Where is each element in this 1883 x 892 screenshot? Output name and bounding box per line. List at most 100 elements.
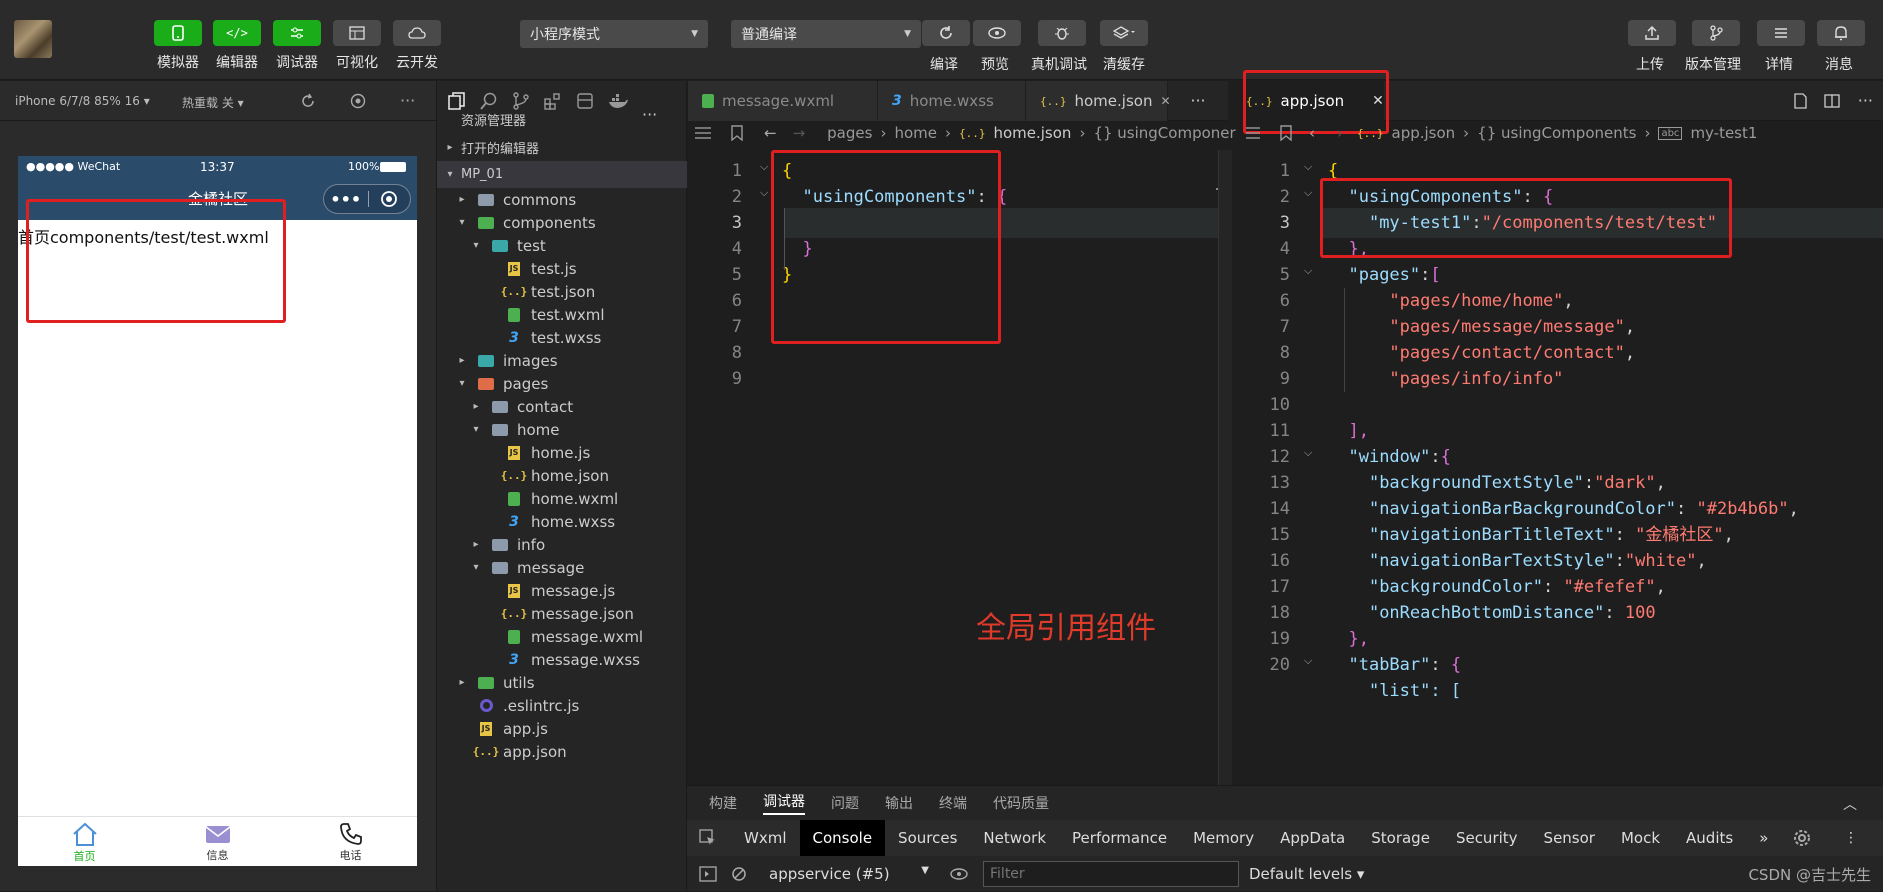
editor-tabs-more[interactable]: ··· <box>1168 81 1228 120</box>
fold-icon[interactable]: ⌵ <box>760 186 768 200</box>
crumb-using-components[interactable]: {} usingComponents <box>1477 124 1636 142</box>
files-icon[interactable] <box>447 91 467 111</box>
editor-right-more[interactable]: ··· <box>1858 91 1873 110</box>
back-arrow-icon[interactable]: ‹ <box>1309 124 1315 142</box>
tab-info[interactable]: 信息 <box>151 817 284 866</box>
compile-select[interactable]: 普通编译 ▼ <box>731 20 921 48</box>
sidebar-toggle-icon[interactable] <box>699 866 717 882</box>
editor-right-body[interactable]: 1 2 3 4 5 6 7 8 9 10 11 12 13 14 15 16 17 18 19 20 ⌵ ⌵ ⌵ ⌵ … <box>1232 150 1883 785</box>
devtools-panel-tab[interactable]: Mock <box>1608 820 1673 856</box>
tree-item[interactable]: 3 home.wxss <box>437 510 687 533</box>
devtools-panel-tab[interactable]: Performance <box>1059 820 1180 856</box>
simulator-more-button[interactable]: ··· <box>400 91 415 110</box>
tree-item[interactable]: ▾ pages <box>437 372 687 395</box>
bookmark-icon[interactable] <box>730 125 744 141</box>
tree-item[interactable]: 3 test.wxss <box>437 326 687 349</box>
tree-item[interactable]: ▸ info <box>437 533 687 556</box>
devtools-top-tab[interactable]: 代码质量 <box>993 793 1049 813</box>
devtools-panel-tab[interactable]: Security <box>1443 820 1531 856</box>
editor-toggle-button[interactable]: </> 编辑器 <box>207 20 267 72</box>
crumb-home[interactable]: home <box>894 124 937 142</box>
devtools-panel-tab[interactable]: Wxml <box>731 820 800 856</box>
cloud-dev-button[interactable]: 云开发 <box>387 20 447 72</box>
fold-icon[interactable]: ⌵ <box>1304 186 1312 200</box>
tree-item[interactable]: home.wxml <box>437 487 687 510</box>
editor-left-body[interactable]: 123456789 ⌵ ⌵ { "usingComponents": { } }… <box>688 150 1232 785</box>
devtools-panel-tab[interactable]: Console <box>799 820 886 856</box>
device-select[interactable]: iPhone 6/7/8 85% 16 ▾ <box>15 94 150 108</box>
tree-item[interactable]: JS home.js <box>437 441 687 464</box>
devtools-panel-tab[interactable]: » <box>1746 820 1781 856</box>
crumb-home-json[interactable]: home.json <box>993 124 1071 142</box>
search-icon[interactable] <box>479 91 499 111</box>
tree-item[interactable]: {..} app.json <box>437 740 687 763</box>
devtools-top-tab[interactable]: 问题 <box>831 793 859 813</box>
fold-icon[interactable]: ⌵ <box>1304 160 1312 174</box>
split-editor-icon[interactable] <box>1824 93 1840 109</box>
messages-button[interactable] <box>1817 20 1865 46</box>
close-mini-program-icon[interactable] <box>368 190 410 208</box>
tree-item[interactable]: ▾ message <box>437 556 687 579</box>
source-control-icon[interactable] <box>511 91 531 111</box>
tree-item[interactable]: ▾ test <box>437 234 687 257</box>
kebab-menu-icon[interactable]: ⋮ <box>1831 820 1871 856</box>
tree-item[interactable]: ▾ components <box>437 211 687 234</box>
settings-gear-icon[interactable] <box>1793 829 1811 847</box>
context-select[interactable]: appservice (#5) ▼ <box>769 865 929 883</box>
devtools-top-tab[interactable]: 终端 <box>939 793 967 813</box>
forward-arrow-icon[interactable]: › <box>1337 124 1343 142</box>
tree-item[interactable]: message.wxml <box>437 625 687 648</box>
version-control-button[interactable] <box>1692 20 1740 46</box>
storage-icon[interactable] <box>575 91 595 111</box>
tree-item[interactable]: JS test.js <box>437 257 687 280</box>
tree-item[interactable]: {..} test.json <box>437 280 687 303</box>
tree-item[interactable]: .eslintrc.js <box>437 694 687 717</box>
tree-item[interactable]: {..} message.json <box>437 602 687 625</box>
hot-reload-select[interactable]: 热重载 关 ▾ <box>182 94 244 111</box>
tab-phone[interactable]: 电话 <box>284 817 417 866</box>
fold-icon[interactable]: ⌵ <box>1304 446 1312 460</box>
devtools-top-tab[interactable]: 构建 <box>709 793 737 813</box>
crumb-app-json[interactable]: app.json <box>1392 124 1456 142</box>
tree-item[interactable]: JS app.js <box>437 717 687 740</box>
more-dots-icon[interactable]: ••• <box>324 190 368 209</box>
open-preview-icon[interactable] <box>1792 93 1808 109</box>
tree-item[interactable]: ▸ contact <box>437 395 687 418</box>
clear-cache-button[interactable] <box>1100 20 1148 46</box>
bookmark-icon[interactable] <box>1279 125 1293 141</box>
devtools-panel-tab[interactable]: Audits <box>1673 820 1746 856</box>
fold-icon[interactable]: ⌵ <box>1304 654 1312 668</box>
preview-button[interactable] <box>973 20 1021 46</box>
crumb-pages[interactable]: pages <box>827 124 872 142</box>
capsule-menu[interactable]: ••• <box>323 184 411 214</box>
simulator-toggle-button[interactable]: 模拟器 <box>148 20 208 72</box>
tab-home[interactable]: 首页 <box>18 817 151 866</box>
upload-button[interactable] <box>1628 20 1676 46</box>
devtools-panel-tab[interactable]: Memory <box>1180 820 1267 856</box>
tab-home-json[interactable]: {..} home.json ✕ <box>1026 81 1171 121</box>
tree-item[interactable]: {..} home.json <box>437 464 687 487</box>
tree-item[interactable]: test.wxml <box>437 303 687 326</box>
console-filter-input[interactable] <box>983 861 1239 887</box>
devtools-panel-tab[interactable]: Network <box>970 820 1059 856</box>
tree-item[interactable]: ▾ home <box>437 418 687 441</box>
clear-console-icon[interactable] <box>731 866 747 882</box>
log-levels-select[interactable]: Default levels ▾ <box>1249 865 1364 883</box>
list-icon[interactable] <box>694 126 712 140</box>
back-arrow-icon[interactable]: ← <box>764 124 777 142</box>
tree-item[interactable]: ▸ images <box>437 349 687 372</box>
inspect-element-icon[interactable] <box>699 829 717 847</box>
devtools-panel-tab[interactable]: Sources <box>885 820 970 856</box>
stop-icon[interactable] <box>350 93 366 109</box>
tab-message-wxml[interactable]: message.wxml <box>688 81 878 121</box>
editor-splitter[interactable] <box>1218 150 1232 785</box>
tab-home-wxss[interactable]: 3 home.wxss <box>878 81 1026 121</box>
tree-item[interactable]: 3 message.wxss <box>437 648 687 671</box>
devtools-panel-tab[interactable]: Storage <box>1358 820 1443 856</box>
devtools-top-tab[interactable]: 调试器 <box>763 791 805 815</box>
devtools-panel-tab[interactable]: AppData <box>1267 820 1358 856</box>
collapse-icon[interactable]: ︿ <box>1843 794 1857 814</box>
extensions-icon[interactable] <box>543 91 563 111</box>
compile-button[interactable] <box>922 20 970 46</box>
avatar[interactable] <box>14 20 52 58</box>
